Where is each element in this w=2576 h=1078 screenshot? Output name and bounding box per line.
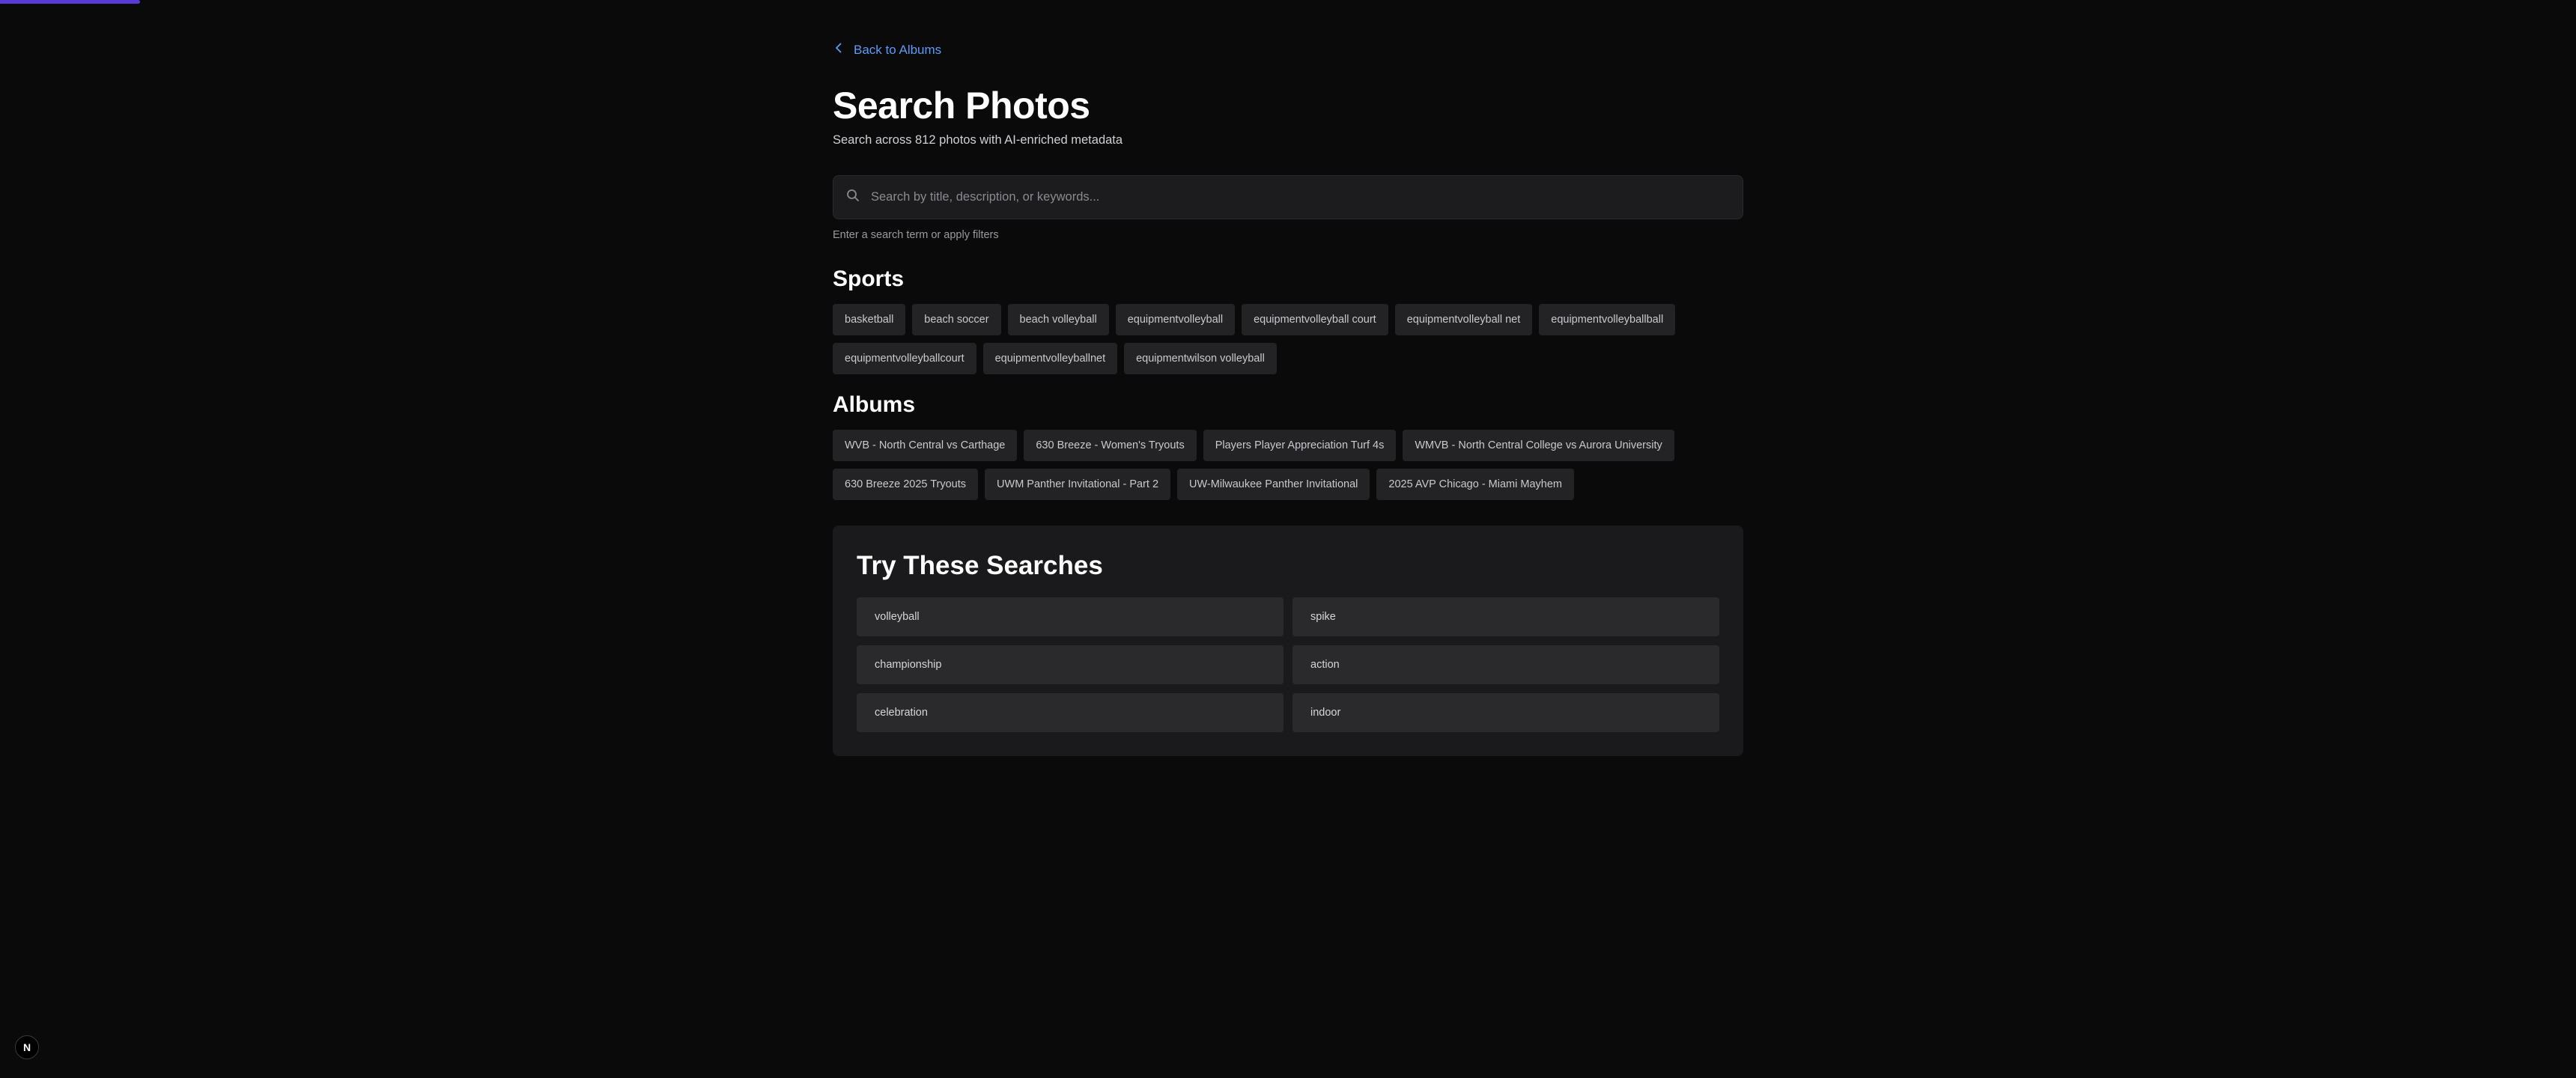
sport-tag-chip[interactable]: beach soccer — [912, 304, 1001, 335]
suggested-search-button[interactable]: championship — [857, 645, 1284, 684]
album-tag-chip[interactable]: 2025 AVP Chicago - Miami Mayhem — [1376, 469, 1574, 500]
album-tag-chip[interactable]: UWM Panther Invitational - Part 2 — [985, 469, 1171, 500]
back-link-label: Back to Albums — [854, 42, 942, 57]
sport-tag-chip[interactable]: beach volleyball — [1007, 304, 1109, 335]
progress-fill — [0, 0, 141, 4]
search-icon — [845, 188, 860, 207]
album-tag-chip[interactable]: WVB - North Central vs Carthage — [833, 430, 1018, 461]
album-tag-chip[interactable]: 630 Breeze 2025 Tryouts — [833, 469, 979, 500]
sports-tag-list: basketball beach soccer beach volleyball eq… — [833, 304, 1743, 374]
sport-tag-chip[interactable]: equipmentvolleyballball — [1539, 304, 1676, 335]
page-title: Search Photos — [833, 85, 1090, 127]
albums-tag-list: WVB - North Central vs Carthage 630 Breez… — [833, 430, 1743, 500]
page-subtitle: Search across 812 photos with AI-enriche… — [833, 133, 1123, 147]
page-progress-bar — [0, 0, 2576, 4]
album-tag-chip[interactable]: UW-Milwaukee Panther Invitational — [1177, 469, 1370, 500]
try-searches-panel: Try These Searches volleyball spike champi… — [833, 526, 1743, 756]
suggested-search-button[interactable]: indoor — [1292, 693, 1719, 732]
sport-tag-chip[interactable]: equipmentvolleyballcourt — [833, 343, 976, 374]
search-input[interactable] — [860, 176, 1743, 219]
try-searches-grid: volleyball spike championship action celebra… — [857, 597, 1719, 732]
sport-tag-chip[interactable]: equipmentvolleyball net — [1394, 304, 1533, 335]
suggested-search-button[interactable]: action — [1292, 645, 1719, 684]
search-hint: Enter a search term or apply filters — [833, 229, 999, 241]
back-to-albums-link[interactable]: Back to Albums — [833, 42, 941, 58]
suggested-search-button[interactable]: spike — [1292, 597, 1719, 636]
try-searches-title: Try These Searches — [857, 551, 1103, 580]
album-tag-chip[interactable]: WMVB - North Central College vs Aurora U… — [1403, 430, 1674, 461]
chevron-left-icon — [833, 42, 845, 58]
suggested-search-button[interactable]: volleyball — [857, 597, 1284, 636]
sports-section-title: Sports — [833, 267, 905, 291]
sport-tag-chip[interactable]: equipmentvolleyballnet — [982, 343, 1118, 374]
sport-tag-chip[interactable]: equipmentwilson volleyball — [1124, 343, 1277, 374]
suggested-search-button[interactable]: celebration — [857, 693, 1284, 732]
next-logo-badge[interactable]: N — [15, 1035, 39, 1059]
sport-tag-chip[interactable]: equipmentvolleyball court — [1242, 304, 1388, 335]
sport-tag-chip[interactable]: basketball — [833, 304, 906, 335]
album-tag-chip[interactable]: 630 Breeze - Women's Tryouts — [1024, 430, 1197, 461]
albums-section-title: Albums — [833, 392, 916, 417]
album-tag-chip[interactable]: Players Player Appreciation Turf 4s — [1203, 430, 1397, 461]
search-box — [833, 175, 1743, 219]
sport-tag-chip[interactable]: equipmentvolleyball — [1115, 304, 1236, 335]
